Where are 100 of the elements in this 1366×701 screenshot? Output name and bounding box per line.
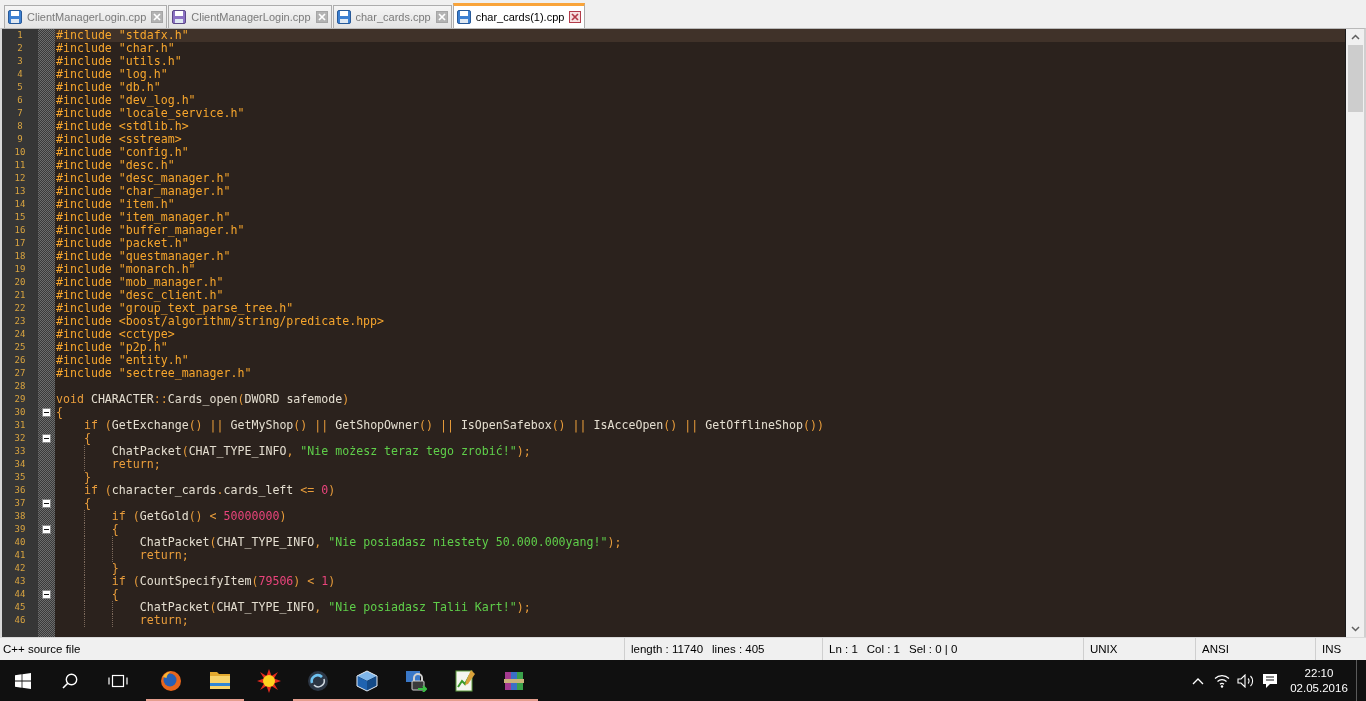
line-number: 4: [17, 68, 23, 81]
line-number: 33: [14, 445, 26, 458]
code-line: if (CountSpecifyItem(79506) < 1): [111, 575, 336, 588]
scroll-down-icon[interactable]: [1350, 626, 1360, 632]
minus-box-icon[interactable]: [42, 525, 51, 534]
code-line: #include "char_manager.h": [56, 185, 231, 198]
line-number: 39: [14, 523, 26, 536]
message-icon[interactable]: [1262, 672, 1278, 689]
code-line: }: [111, 562, 119, 575]
code-line: {: [56, 406, 63, 419]
code-line: #include "config.h": [56, 146, 189, 159]
file-tab[interactable]: ClientManagerLogin.cpp: [168, 5, 332, 28]
code-line: #include "packet.h": [56, 237, 189, 250]
code-line: #include "group_text_parse_tree.h": [56, 302, 294, 315]
line-number: 14: [14, 198, 26, 211]
code-line: #include "char.h": [56, 42, 175, 55]
code-line: {: [83, 497, 91, 510]
line-number: 16: [14, 224, 26, 237]
line-number: 28: [14, 380, 26, 393]
speaker-icon[interactable]: [1237, 673, 1255, 688]
line-number: 22: [14, 302, 26, 315]
line-number: 15: [14, 211, 26, 224]
code-line: {: [83, 432, 91, 445]
code-line: ChatPacket(CHAT_TYPE_INFO, "Nie posiadasz niestety 50.000.000yang!");: [139, 536, 622, 549]
wifi-icon[interactable]: [1214, 673, 1230, 688]
line-number: 17: [14, 237, 26, 250]
clock-time: 22:10: [1304, 666, 1334, 680]
line-number: 34: [14, 458, 26, 471]
code-line: #include "desc.h": [56, 159, 175, 172]
code-line: #include "stdafx.h": [56, 29, 189, 42]
code-line: #include "dev_log.h": [56, 94, 196, 107]
line-number: 40: [14, 536, 26, 549]
code-line: #include "p2p.h": [56, 341, 168, 354]
line-number: 41: [14, 549, 26, 562]
sun-icon: [256, 668, 281, 693]
chevron-up-icon[interactable]: [1192, 676, 1204, 685]
line-number: 37: [14, 497, 26, 510]
search-icon: [62, 672, 78, 689]
swirl-icon: [306, 669, 329, 692]
code-line: #include "entity.h": [56, 354, 189, 367]
chart-document-icon: [453, 668, 476, 693]
line-number: 21: [14, 289, 26, 302]
file-tab[interactable]: char_cards.cpp: [332, 5, 452, 28]
code-line: #include "item.h": [56, 198, 175, 211]
status-text: Ln : 1: [829, 643, 858, 655]
status-text: Sel : 0 | 0: [909, 643, 958, 655]
scrollbar-thumb[interactable]: [1347, 45, 1363, 112]
stacked-windows-icon: [108, 673, 128, 688]
line-number: 3: [17, 55, 23, 68]
code-line: ChatPacket(CHAT_TYPE_INFO, "Nie możesz teraz tego zrobić!");: [111, 445, 531, 458]
code-line: #include <sstream>: [56, 133, 182, 146]
globe-icon: [159, 669, 182, 692]
status-text: C++ source file: [3, 643, 81, 655]
minus-box-icon[interactable]: [42, 408, 51, 417]
status-text: UNIX: [1090, 643, 1118, 655]
code-line: #include "desc_manager.h": [56, 172, 231, 185]
line-number: 30: [14, 406, 26, 419]
line-number: 29: [14, 393, 26, 406]
line-number: 18: [14, 250, 26, 263]
file-tab[interactable]: ClientManagerLogin.cpp: [4, 5, 168, 28]
line-number: 42: [14, 562, 26, 575]
line-number: 27: [14, 367, 26, 380]
line-number: 5: [17, 81, 23, 94]
close-icon[interactable]: [569, 11, 582, 23]
clock-date: 02.05.2016: [1290, 681, 1348, 695]
padlock-icon: [404, 669, 427, 692]
line-number: 31: [14, 419, 26, 432]
line-number: 45: [14, 601, 26, 614]
minus-box-icon[interactable]: [42, 590, 51, 599]
code-line: #include "monarch.h": [56, 263, 196, 276]
status-text: ANSI: [1202, 643, 1229, 655]
status-text: INS: [1322, 643, 1342, 655]
line-number: 20: [14, 276, 26, 289]
line-number: 6: [17, 94, 23, 107]
line-number: 46: [14, 614, 26, 627]
code-line: #include "db.h": [56, 81, 161, 94]
code-line: #include "buffer_manager.h": [56, 224, 245, 237]
code-line: ChatPacket(CHAT_TYPE_INFO, "Nie posiadasz Talii Kart!");: [139, 601, 531, 614]
folder-icon: [208, 671, 231, 690]
code-line: #include "item_manager.h": [56, 211, 231, 224]
code-line: {: [111, 523, 119, 536]
minus-box-icon[interactable]: [42, 499, 51, 508]
scroll-up-icon[interactable]: [1350, 34, 1360, 40]
line-number: 11: [14, 159, 26, 172]
code-line: #include "desc_client.h": [56, 289, 224, 302]
status-text: lines : 405: [712, 643, 765, 655]
code-line: return;: [139, 614, 189, 627]
line-number: 2: [17, 42, 23, 55]
line-number: 8: [17, 120, 23, 133]
minus-box-icon[interactable]: [42, 434, 51, 443]
code-line: #include "questmanager.h": [56, 250, 231, 263]
line-number: 13: [14, 185, 26, 198]
code-line: #include "locale_service.h": [56, 107, 245, 120]
status-text: Col : 1: [866, 643, 901, 655]
code-line: }: [83, 471, 91, 484]
line-number: 1: [17, 29, 23, 42]
code-line: #include <cctype>: [56, 328, 175, 341]
status-text: length : 11740: [631, 643, 704, 655]
code-line: #include "mob_manager.h": [56, 276, 224, 289]
file-tab[interactable]: char_cards(1).cpp: [452, 3, 586, 28]
